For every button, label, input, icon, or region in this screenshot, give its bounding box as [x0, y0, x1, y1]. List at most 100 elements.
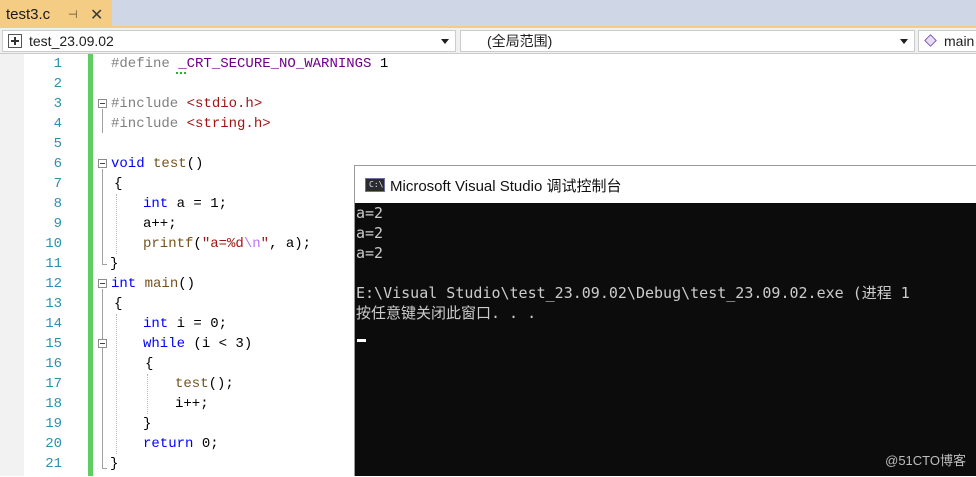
member-dropdown[interactable]: main: [918, 30, 976, 52]
console-icon-text: C:\: [369, 180, 384, 189]
code-text: a = 1;: [168, 196, 228, 212]
keyword: int: [143, 316, 169, 332]
macro-name: _CRT_SECURE_NO_WARNINGS: [178, 56, 372, 72]
code-line-16[interactable]: {: [145, 354, 153, 374]
function-name: test: [144, 156, 187, 172]
collapse-icon[interactable]: [98, 99, 107, 108]
code-line-4[interactable]: #include <string.h>: [111, 114, 271, 134]
project-icon: [8, 34, 22, 48]
line-number: 2: [53, 76, 62, 92]
code-text: (): [178, 276, 196, 292]
keyword: void: [111, 156, 145, 172]
code-line-14[interactable]: int i = 0;: [143, 314, 227, 334]
code-text: (: [193, 236, 202, 252]
code-line-21[interactable]: }: [110, 454, 118, 474]
macro-value: 1: [371, 56, 389, 72]
line-number: 6: [53, 156, 62, 172]
console-cursor: [357, 339, 366, 342]
collapse-icon[interactable]: [98, 279, 107, 288]
code-line-15[interactable]: while (i < 3): [143, 334, 252, 354]
collapse-icon[interactable]: [98, 339, 107, 348]
collapse-icon[interactable]: [98, 159, 107, 168]
watermark: @51CTO博客: [885, 453, 966, 468]
member-name: main: [944, 33, 975, 49]
tab-test3-c[interactable]: test3.c ⊣ ✕: [0, 0, 112, 27]
chevron-down-icon[interactable]: [441, 39, 449, 44]
code-line-8[interactable]: int a = 1;: [143, 194, 227, 214]
preprocessor-directive: #include: [111, 116, 187, 132]
line-number: 14: [45, 316, 62, 332]
code-line-3[interactable]: #include <stdio.h>: [111, 94, 262, 114]
escape-sequence: \n: [243, 236, 261, 252]
console-app-icon: C:\: [365, 178, 385, 192]
scope-dropdown[interactable]: (全局范围): [460, 30, 915, 52]
document-tab-bar: test3.c ⊣ ✕: [0, 0, 976, 28]
function-name: printf: [143, 236, 194, 252]
tab-title: test3.c: [6, 6, 51, 23]
outline-line: [102, 109, 103, 133]
console-title: Microsoft Visual Studio 调试控制台: [390, 178, 622, 195]
line-number: 19: [45, 416, 62, 432]
line-number: 4: [53, 116, 62, 132]
code-text: (i < 3): [185, 336, 253, 352]
line-number: 16: [45, 356, 62, 372]
code-line-1[interactable]: #define _CRT_SECURE_NO_WARNINGS 1: [111, 54, 388, 74]
line-number: 1: [53, 56, 62, 72]
line-number: 9: [53, 216, 62, 232]
code-line-18[interactable]: i++;: [175, 394, 209, 414]
keyword: int: [143, 196, 169, 212]
code-text: (): [186, 156, 204, 172]
code-line-13[interactable]: {: [114, 294, 122, 314]
chevron-down-icon[interactable]: [900, 39, 908, 44]
outline-end: [102, 264, 107, 265]
code-text: 0;: [193, 436, 219, 452]
line-number: 18: [45, 396, 62, 412]
code-line-19[interactable]: }: [143, 414, 151, 434]
outline-line: [102, 169, 103, 264]
line-number: 21: [45, 456, 62, 472]
code-text: i = 0;: [168, 316, 228, 332]
close-icon[interactable]: ✕: [90, 5, 103, 25]
preprocessor-directive: #define: [111, 56, 179, 72]
debug-console-window[interactable]: C:\ Microsoft Visual Studio 调试控制台 a=2 a=…: [354, 165, 976, 476]
code-line-20[interactable]: return 0;: [143, 434, 219, 454]
line-number: 10: [45, 236, 62, 252]
console-line: a=2: [356, 204, 384, 222]
code-line-17[interactable]: test();: [175, 374, 234, 394]
code-line-6[interactable]: void test(): [111, 154, 203, 174]
string-literal: "a=%d: [201, 236, 244, 252]
scope-name: (全局范围): [487, 33, 553, 49]
outline-line: [102, 289, 103, 469]
cube-icon: [924, 34, 937, 47]
code-line-7[interactable]: {: [114, 174, 122, 194]
console-output[interactable]: a=2 a=2 a=2 E:\Visual Studio\test_23.09.…: [355, 203, 976, 477]
code-line-10[interactable]: printf("a=%d\n", a);: [143, 234, 311, 254]
console-title-bar[interactable]: C:\ Microsoft Visual Studio 调试控制台: [355, 166, 976, 203]
code-line-11[interactable]: }: [110, 254, 118, 274]
code-line-9[interactable]: a++;: [143, 214, 177, 234]
project-dropdown[interactable]: test_23.09.02: [2, 30, 456, 52]
outline-end: [102, 468, 107, 469]
keyword: int: [111, 276, 137, 292]
line-number: 13: [45, 296, 62, 312]
string-literal: ": [260, 236, 270, 252]
line-number: 17: [45, 376, 62, 392]
indent-guide: [147, 374, 148, 414]
keyword: while: [143, 336, 186, 352]
pin-icon[interactable]: ⊣: [68, 8, 78, 21]
console-line: 按任意键关闭此窗口. . .: [356, 304, 537, 322]
keyword: return: [143, 436, 194, 452]
code-line-12[interactable]: int main(): [111, 274, 195, 294]
code-text: ();: [208, 376, 234, 392]
line-number: 7: [53, 176, 62, 192]
indicator-margin: [0, 54, 24, 476]
line-number: 3: [53, 96, 62, 112]
console-line: a=2: [356, 224, 384, 242]
line-number: 11: [45, 256, 62, 272]
console-line: E:\Visual Studio\test_23.09.02\Debug\tes…: [356, 284, 910, 302]
code-text: , a);: [269, 236, 312, 252]
line-number: 8: [53, 196, 62, 212]
preprocessor-directive: #include: [111, 96, 187, 112]
change-tracking-bar: [88, 54, 93, 476]
line-number: 5: [53, 136, 62, 152]
